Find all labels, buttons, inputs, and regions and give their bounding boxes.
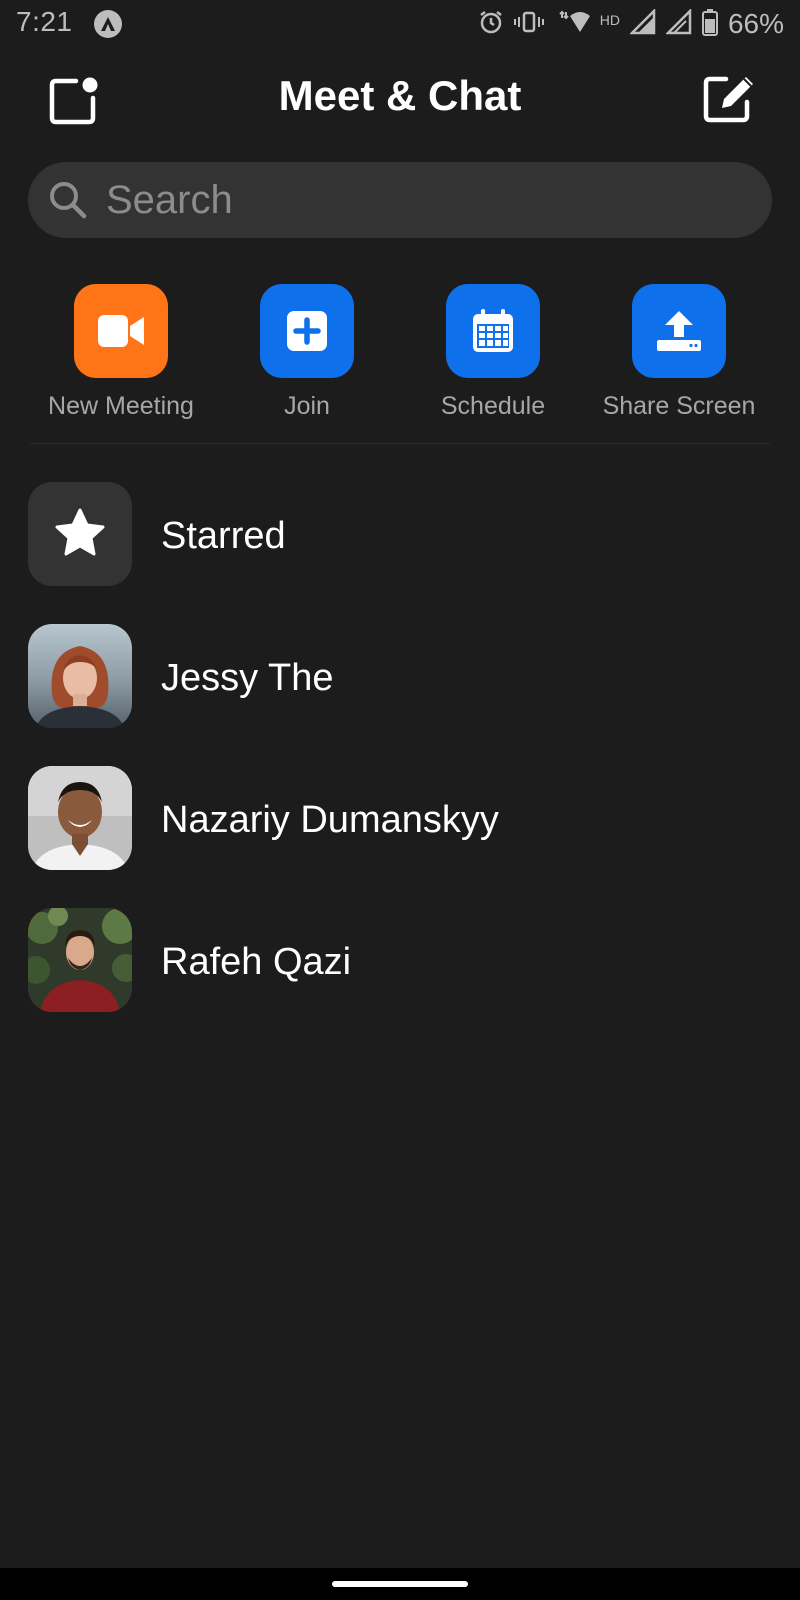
video-camera-icon xyxy=(98,315,144,347)
starred-avatar xyxy=(28,482,132,586)
compose-icon xyxy=(703,76,753,123)
contact-name: Starred xyxy=(161,515,286,557)
list-item-contact[interactable]: Nazariy Dumanskyy xyxy=(0,766,800,908)
app-notification-icon xyxy=(94,10,122,38)
contact-name: Nazariy Dumanskyy xyxy=(161,799,499,841)
vibrate-icon xyxy=(513,9,544,40)
wifi-icon xyxy=(554,8,590,41)
join-label: Join xyxy=(284,392,330,420)
schedule-label: Schedule xyxy=(440,392,546,420)
new-meeting-label: New Meeting xyxy=(48,392,194,420)
join-button[interactable]: Join xyxy=(214,284,400,421)
avatar-photo xyxy=(28,624,132,728)
share-screen-label: Share Screen xyxy=(602,392,756,420)
share-screen-button[interactable]: Share Screen xyxy=(586,284,772,421)
star-icon xyxy=(55,508,105,556)
avatar-photo xyxy=(28,766,132,870)
quick-actions: New Meeting Join Schedule Share Screen xyxy=(0,284,800,434)
signal-icon-2 xyxy=(664,7,692,40)
search-input[interactable] xyxy=(104,176,708,224)
new-meeting-tile[interactable] xyxy=(74,284,168,378)
status-icons: HD 66% xyxy=(478,6,784,42)
signal-icon xyxy=(628,7,656,40)
list-item-starred[interactable]: Starred xyxy=(0,482,800,624)
alarm-icon xyxy=(478,9,504,40)
calendar-icon xyxy=(473,309,513,352)
search-icon xyxy=(50,182,87,219)
contact-name: Jessy The xyxy=(161,657,334,699)
header: Meet & Chat xyxy=(0,56,800,136)
status-time: 7:21 xyxy=(16,6,73,37)
avatar xyxy=(28,624,132,728)
network-type-label: HD xyxy=(599,12,620,28)
page-title: Meet & Chat xyxy=(278,72,522,119)
avatar-photo xyxy=(28,908,132,1012)
battery-percent: 66% xyxy=(727,8,784,39)
compose-button[interactable] xyxy=(700,70,756,126)
share-screen-tile[interactable] xyxy=(632,284,726,378)
new-meeting-button[interactable]: New Meeting xyxy=(28,284,214,421)
join-tile[interactable] xyxy=(260,284,354,378)
upload-icon xyxy=(657,311,701,351)
battery-icon xyxy=(701,8,718,41)
avatar xyxy=(28,766,132,870)
status-bar: 7:21 HD 66% xyxy=(0,0,800,48)
schedule-button[interactable]: Schedule xyxy=(400,284,586,421)
schedule-tile[interactable] xyxy=(446,284,540,378)
list-item-contact[interactable]: Jessy The xyxy=(0,624,800,766)
avatar xyxy=(28,908,132,1012)
list-item-contact[interactable]: Rafeh Qazi xyxy=(0,908,800,1050)
contact-list: Starred Jessy The Nazariy Dumanskyy Rafe… xyxy=(0,482,800,1050)
contact-name: Rafeh Qazi xyxy=(161,941,352,983)
divider xyxy=(30,443,770,444)
home-indicator[interactable] xyxy=(332,1581,468,1587)
system-nav-bar xyxy=(0,1568,800,1600)
search-bar[interactable] xyxy=(28,162,772,238)
plus-icon xyxy=(287,311,327,351)
